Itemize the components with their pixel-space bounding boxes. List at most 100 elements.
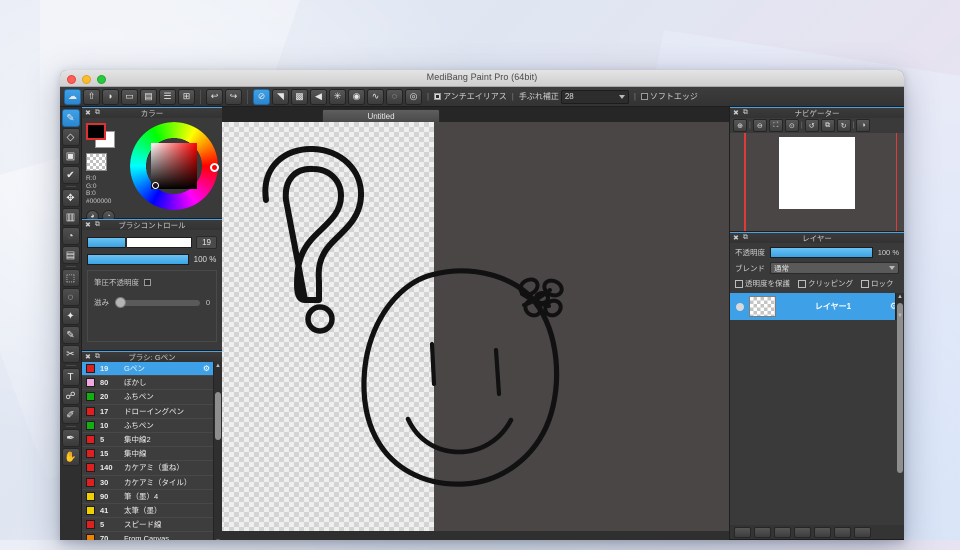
rotate-left-icon[interactable]: ↺ (804, 119, 819, 132)
no-texture-icon[interactable]: ⊘ (253, 88, 270, 105)
gradient-texture-icon[interactable]: ◥ (272, 88, 289, 105)
ring-texture-icon[interactable]: ◌ (386, 88, 403, 105)
stabilizer-dropdown[interactable]: 28 (560, 89, 629, 104)
canvas-stage[interactable] (222, 122, 729, 540)
brush-list-item[interactable]: 41 太筆（墨） (82, 504, 222, 519)
page-icon[interactable]: ▤ (140, 88, 157, 105)
soft-edge-checkbox[interactable] (640, 93, 648, 100)
delete-layer-button[interactable] (854, 526, 871, 538)
select-eraser-tool[interactable]: ✂ (61, 345, 80, 363)
flip-horizontal-icon[interactable]: ⧉ (820, 119, 835, 132)
brush-list-item[interactable]: 5 スピード線 (82, 518, 222, 533)
foreground-color-swatch[interactable] (86, 123, 106, 140)
protect-alpha-option[interactable]: 透明度を保護 (735, 278, 790, 289)
blur-slider[interactable] (115, 296, 200, 308)
zoom-in-icon[interactable]: ⊕ (733, 119, 747, 132)
blur-knob[interactable] (115, 296, 126, 308)
list-icon[interactable]: ☰ (159, 88, 176, 105)
clipping-option[interactable]: クリッピング (798, 278, 853, 289)
lasso-select-tool[interactable]: ◌ (61, 288, 80, 306)
soft-edge-option[interactable]: ソフトエッジ (640, 91, 698, 102)
rectangle-tool[interactable]: ▣ (61, 147, 80, 165)
transparent-color-swatch[interactable] (86, 153, 107, 171)
sparkle-texture-icon[interactable]: ✳ (329, 88, 346, 105)
grid-icon[interactable]: ⊞ (178, 88, 195, 105)
brush-list-item[interactable]: 90 筆（墨）4 (82, 490, 222, 504)
undo-button[interactable]: ↩ (206, 88, 223, 105)
scroll-down-icon[interactable]: ▼ (896, 312, 904, 320)
brush-list[interactable]: 19 Gペン ⚙ 80 ぼかし 20 ふちペン 17 ドローイングペン 10 ふちペン 5 集中線2 15… (82, 362, 222, 540)
brush-list-item[interactable]: 30 カケアミ（タイル） (82, 476, 222, 490)
brush-opacity-slider[interactable] (87, 254, 189, 265)
halftone-texture-icon[interactable]: ◉ (348, 88, 365, 105)
gear-icon[interactable]: ⚙ (203, 364, 210, 373)
select-pen-tool[interactable]: ✎ (61, 326, 80, 344)
layer-blend-dropdown[interactable]: 通常 (770, 262, 899, 274)
fill-rect-tool[interactable]: ▥ (61, 208, 80, 226)
brush-list-item[interactable]: 17 ドローイングペン (82, 405, 222, 419)
move-tool[interactable]: ✥ (61, 189, 80, 207)
antialias-option[interactable]: アンチエイリアス (434, 91, 507, 102)
lock-checkbox[interactable] (861, 279, 869, 288)
clipping-checkbox[interactable] (798, 279, 806, 288)
text-tool[interactable]: T (61, 368, 80, 386)
lock-option[interactable]: ロック (861, 278, 894, 289)
bucket-tool[interactable]: ◔ (61, 227, 80, 245)
eye-icon[interactable] (736, 302, 744, 311)
document-tab-untitled[interactable]: Untitled (322, 109, 440, 122)
layer-opacity-slider[interactable] (770, 247, 873, 258)
sv-cursor[interactable] (152, 182, 159, 189)
curve-texture-icon[interactable]: ∿ (367, 88, 384, 105)
protect-alpha-checkbox[interactable] (735, 279, 743, 288)
brush-size-knob[interactable] (125, 237, 128, 248)
rotate-right-icon[interactable]: ↻ (836, 119, 851, 132)
panel-icon[interactable]: ▭ (121, 88, 138, 105)
add-layer-button[interactable] (734, 526, 751, 538)
layer-scroll-thumb[interactable] (897, 303, 903, 473)
move-layer-up-button[interactable] (814, 526, 831, 538)
target-texture-icon[interactable]: ◎ (405, 88, 422, 105)
pressure-opacity-checkbox[interactable] (144, 279, 151, 286)
square-texture-icon[interactable]: ▩ (291, 88, 308, 105)
navigator-preview[interactable] (730, 133, 904, 231)
redo-button[interactable]: ↪ (225, 88, 242, 105)
color-wheel[interactable] (130, 122, 219, 210)
merge-layer-button[interactable] (774, 526, 791, 538)
lock-rotation-icon[interactable]: ◑ (856, 119, 871, 132)
layer-list-scrollbar[interactable]: ▲ ▼ (895, 293, 904, 473)
layer-list[interactable]: レイヤー1 ⚙ ▲ ▼ (730, 293, 904, 473)
marquee-select-tool[interactable]: ⬚ (61, 269, 80, 287)
eraser-tool[interactable]: ◇ (61, 128, 80, 146)
fit-screen-icon[interactable]: ⛶ (768, 119, 783, 132)
brush-list-item[interactable]: 19 Gペン ⚙ (82, 362, 222, 377)
zoom-out-icon[interactable]: ⊙ (784, 119, 799, 132)
scroll-up-icon[interactable]: ▲ (214, 362, 222, 370)
triangle-texture-icon[interactable]: ◀ (310, 88, 327, 105)
pen-tool[interactable]: ✒ (61, 429, 80, 447)
hue-cursor[interactable] (210, 163, 219, 172)
operation-tool[interactable]: ☍ (61, 387, 80, 405)
layer-folder-button[interactable] (794, 526, 811, 538)
canvas-horizontal-scrollbar[interactable] (222, 531, 729, 540)
brush-list-item[interactable]: 140 カケアミ（重ね） (82, 461, 222, 476)
duplicate-layer-button[interactable] (754, 526, 771, 538)
scroll-up-icon[interactable]: ▲ (896, 293, 904, 301)
brush-scroll-thumb[interactable] (215, 392, 221, 440)
brush-list-item[interactable]: 10 ふちペン (82, 419, 222, 433)
brush-size-value[interactable]: 19 (196, 236, 217, 249)
brush-list-scrollbar[interactable]: ▲ ▼ (213, 362, 222, 540)
brush-list-item[interactable]: 5 集中線2 (82, 433, 222, 448)
magic-wand-tool[interactable]: ✦ (61, 307, 80, 325)
cloud-upload-icon[interactable]: ⇧ (83, 88, 100, 105)
brush-tool[interactable]: ✎ (61, 109, 80, 127)
antialias-checkbox[interactable] (434, 93, 442, 100)
move-layer-down-button[interactable] (834, 526, 851, 538)
layer-row[interactable]: レイヤー1 ⚙ (730, 293, 904, 320)
color-swatches[interactable] (86, 123, 118, 149)
gradient-tool[interactable]: ▤ (61, 246, 80, 264)
comment-icon[interactable]: ◗ (102, 88, 119, 105)
brush-list-item[interactable]: 70 From Canvas (82, 532, 222, 540)
brush-list-item[interactable]: 15 集中線 (82, 447, 222, 462)
hand-tool[interactable]: ✋ (61, 448, 80, 466)
brush-list-item[interactable]: 80 ぼかし (82, 376, 222, 391)
